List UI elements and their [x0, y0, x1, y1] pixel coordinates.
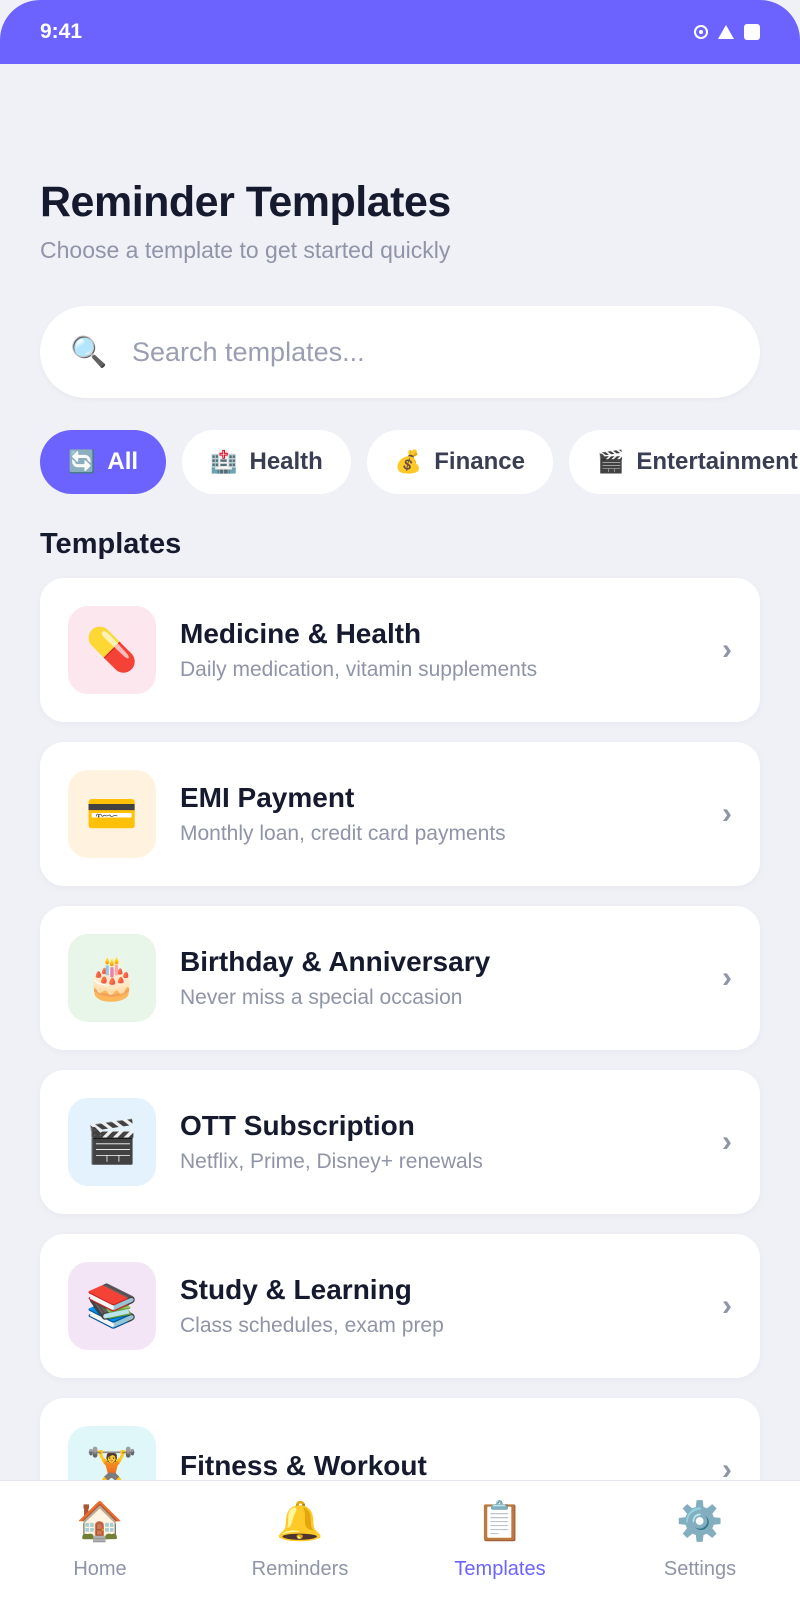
money-bag-icon: 💰 — [394, 449, 423, 474]
chip-label: All — [107, 448, 139, 475]
chevron-right-icon: › — [722, 961, 732, 994]
chip-label: Entertainment — [636, 448, 798, 475]
template-card-emi[interactable]: 💳 EMI Payment Monthly loan, credit card … — [40, 742, 760, 886]
template-card-birthday[interactable]: 🎂 Birthday & Anniversary Never miss a sp… — [40, 906, 760, 1050]
battery-icon — [744, 24, 760, 40]
chevron-right-icon: › — [722, 797, 732, 830]
search-input[interactable] — [132, 336, 692, 368]
page-subtitle: Choose a template to get started quickly — [40, 237, 451, 263]
status-time: 9:41 — [40, 20, 83, 43]
chevron-right-icon: › — [722, 633, 732, 666]
template-list: 💊 Medicine & Health Daily medication, vi… — [40, 578, 760, 1562]
tab-reminders[interactable]: 🔔 Reminders — [220, 1500, 380, 1581]
refresh-icon: 🔄 — [68, 449, 96, 474]
tab-settings[interactable]: ⚙️ Settings — [620, 1500, 780, 1581]
pill-icon: 💊 — [85, 625, 139, 673]
page-header: Reminder Templates Choose a template to … — [40, 178, 451, 264]
clipboard-icon: 📋 — [476, 1501, 524, 1543]
tab-label: Home — [73, 1558, 127, 1580]
record-icon — [694, 25, 708, 39]
template-tile: 🎬 — [68, 1098, 156, 1186]
chevron-right-icon: › — [722, 1125, 732, 1158]
tab-label: Templates — [454, 1558, 546, 1580]
template-card-medicine[interactable]: 💊 Medicine & Health Daily medication, vi… — [40, 578, 760, 722]
bell-icon: 🔔 — [276, 1501, 324, 1543]
category-chips: 🔄 All 🏥 Health 💰 Finance 🎬 Entertainment — [40, 430, 800, 494]
template-title: Birthday & Anniversary — [180, 946, 491, 977]
clapper-icon: 🎬 — [85, 1117, 139, 1165]
chip-health[interactable]: 🏥 Health — [182, 430, 351, 494]
status-icons — [694, 24, 760, 40]
template-tile: 💳 — [68, 770, 156, 858]
template-title: Fitness & Workout — [180, 1450, 427, 1481]
template-card-study[interactable]: 📚 Study & Learning Class schedules, exam… — [40, 1234, 760, 1378]
gear-icon: ⚙️ — [676, 1501, 724, 1543]
template-title: EMI Payment — [180, 782, 355, 813]
bottom-tab-bar: 🏠 Home 🔔 Reminders 📋 Templates ⚙️ Settin… — [0, 1480, 800, 1600]
template-desc: Netflix, Prime, Disney+ renewals — [180, 1150, 483, 1173]
template-desc: Daily medication, vitamin supplements — [180, 658, 538, 681]
chip-entertainment[interactable]: 🎬 Entertainment — [568, 430, 800, 494]
tab-label: Settings — [663, 1558, 737, 1580]
template-title: Medicine & Health — [180, 618, 422, 649]
template-desc: Monthly loan, credit card payments — [180, 822, 506, 845]
clapper-icon: 🎬 — [596, 449, 625, 474]
tab-templates[interactable]: 📋 Templates — [420, 1500, 580, 1581]
credit-card-icon: 💳 — [85, 789, 139, 837]
template-tile: 💊 — [68, 606, 156, 694]
tab-home[interactable]: 🏠 Home — [20, 1500, 180, 1581]
page-title: Reminder Templates — [40, 178, 451, 226]
status-bar: 9:41 — [0, 0, 800, 64]
house-icon: 🏠 — [76, 1501, 124, 1543]
search-icon: 🔍 — [70, 335, 108, 369]
chip-all[interactable]: 🔄 All — [40, 430, 167, 494]
template-desc: Never miss a special occasion — [180, 986, 463, 1009]
chip-finance[interactable]: 💰 Finance — [366, 430, 553, 494]
books-icon: 📚 — [85, 1281, 139, 1329]
template-tile: 📚 — [68, 1262, 156, 1350]
template-title: Study & Learning — [180, 1274, 412, 1305]
hospital-icon: 🏥 — [210, 449, 238, 474]
template-tile: 🎂 — [68, 934, 156, 1022]
template-title: OTT Subscription — [180, 1110, 415, 1141]
section-title: Templates — [40, 528, 182, 560]
signal-icon — [718, 25, 734, 39]
cake-icon: 🎂 — [85, 953, 139, 1001]
template-desc: Class schedules, exam prep — [180, 1314, 444, 1337]
template-card-ott[interactable]: 🎬 OTT Subscription Netflix, Prime, Disne… — [40, 1070, 760, 1214]
chevron-right-icon: › — [722, 1289, 732, 1322]
chip-label: Finance — [434, 448, 525, 475]
chip-label: Health — [249, 448, 323, 475]
tab-label: Reminders — [251, 1558, 349, 1580]
search-bar[interactable]: 🔍 — [40, 306, 760, 398]
